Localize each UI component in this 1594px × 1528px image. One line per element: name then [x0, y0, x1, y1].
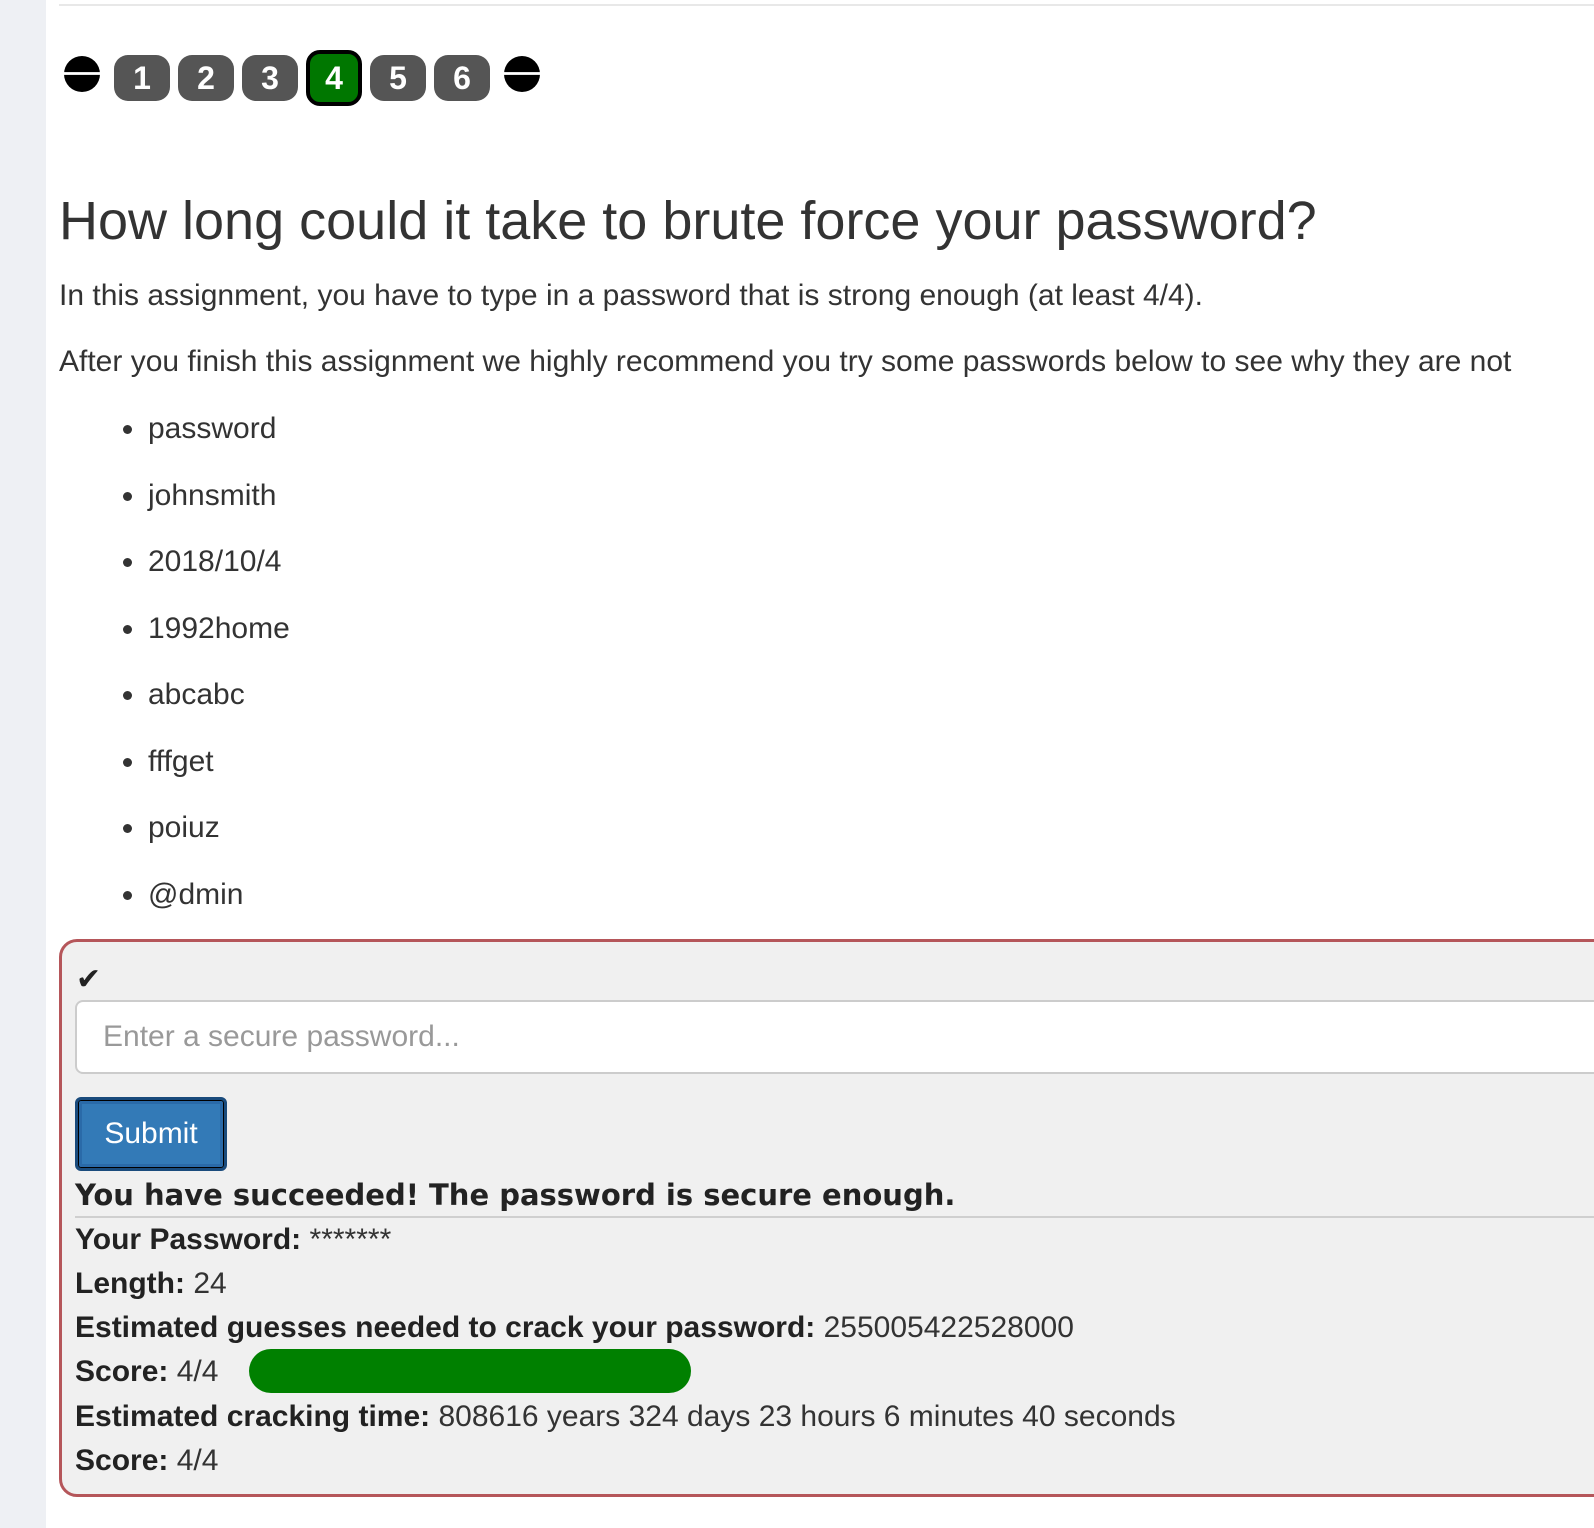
list-item: abcabc: [120, 676, 290, 743]
lesson-pagination: 🡐 1 2 3 4 5 6 🡒: [50, 50, 554, 106]
length-row: Length: 24: [75, 1262, 1594, 1306]
page-button-2[interactable]: 2: [178, 55, 234, 101]
recommendation-text: After you finish this assignment we high…: [59, 345, 1512, 378]
password-row: Your Password: *******: [75, 1218, 1594, 1262]
left-sidebar-rail: [0, 0, 46, 1528]
list-item: @dmin: [120, 876, 290, 943]
result-output: You have succeeded! The password is secu…: [75, 1178, 1594, 1483]
page-button-4-active[interactable]: 4: [306, 50, 362, 106]
cracking-time-label: Estimated cracking time:: [75, 1400, 431, 1434]
length-value: 24: [193, 1267, 227, 1300]
arrow-right-icon[interactable]: 🡒: [490, 56, 554, 92]
guesses-row: Estimated guesses needed to crack your p…: [75, 1306, 1594, 1350]
score-value: 4/4: [176, 1355, 219, 1388]
list-item: 2018/10/4: [120, 543, 290, 610]
strength-meter-fill: [248, 1349, 691, 1394]
score-summary-value: 4/4: [176, 1444, 219, 1478]
success-message: You have succeeded! The password is secu…: [75, 1178, 1594, 1218]
cracking-time-value: 808616 years 324 days 23 hours 6 minutes…: [438, 1400, 1176, 1434]
page-title: How long could it take to brute force yo…: [59, 191, 1317, 251]
score-summary-label: Score:: [75, 1444, 169, 1478]
password-label: Your Password:: [75, 1223, 302, 1256]
score-row: Score: 4/4: [75, 1349, 1594, 1395]
cracking-time-row: Estimated cracking time: 808616 years 32…: [75, 1395, 1594, 1439]
example-password-list: password johnsmith 2018/10/4 1992home ab…: [120, 410, 290, 942]
intro-text: In this assignment, you have to type in …: [59, 279, 1203, 312]
page-button-3[interactable]: 3: [242, 55, 298, 101]
length-label: Length:: [75, 1267, 185, 1300]
score-summary-row: Score: 4/4: [75, 1439, 1594, 1483]
password-input[interactable]: [75, 1000, 1594, 1074]
guesses-label: Estimated guesses needed to crack your p…: [75, 1311, 816, 1344]
arrow-left-icon[interactable]: 🡐: [50, 56, 114, 92]
page-button-6[interactable]: 6: [434, 55, 490, 101]
list-item: poiuz: [120, 809, 290, 876]
check-icon: ✔: [76, 963, 102, 996]
list-item: 1992home: [120, 610, 290, 677]
page-button-5[interactable]: 5: [370, 55, 426, 101]
assignment-panel: ✔ Submit You have succeeded! The passwor…: [59, 939, 1594, 1497]
strength-meter: [248, 1349, 691, 1394]
submit-button[interactable]: Submit: [75, 1097, 227, 1171]
page-button-1[interactable]: 1: [114, 55, 170, 101]
score-label: Score:: [75, 1355, 169, 1388]
list-item: johnsmith: [120, 477, 290, 544]
guesses-value: 255005422528000: [823, 1311, 1074, 1344]
list-item: password: [120, 410, 290, 477]
top-divider: [59, 0, 1594, 6]
password-value: *******: [309, 1223, 392, 1256]
list-item: fffget: [120, 743, 290, 810]
